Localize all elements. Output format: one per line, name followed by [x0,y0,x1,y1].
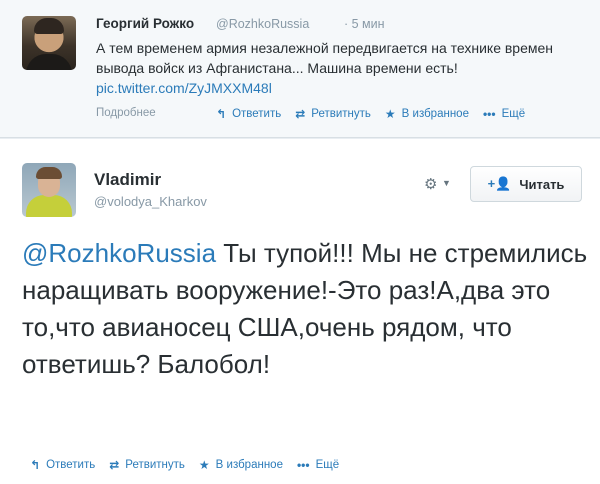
main-author-name[interactable]: Vladimir [94,170,161,190]
parent-retweet-button[interactable]: ⇄ Ретвитнуть [295,107,371,121]
main-reply-button[interactable]: ↰ Ответить [30,458,95,472]
parent-tweet: Георгий Рожко @RozhkoRussia · 5 мин А те… [0,0,600,138]
parent-more-button[interactable]: ••• Ещё [483,107,525,121]
parent-tweet-text: А тем временем армия незалежной передвиг… [96,38,590,98]
parent-tweet-pic-link[interactable]: pic.twitter.com/ZyJMXXM48l [96,78,590,98]
main-tweet: Vladimir @volodya_Kharkov ⚙ ▼ +👤 Читать … [0,139,600,484]
main-author-avatar[interactable] [22,163,76,217]
main-favorite-button[interactable]: ★ В избранное [199,458,283,472]
parent-tweet-actions: ↰ Ответить ⇄ Ретвитнуть ★ В избранное ••… [216,107,539,121]
parent-tweet-details-link[interactable]: Подробнее [96,107,156,119]
main-author-handle[interactable]: @volodya_Kharkov [94,194,207,209]
mention-link[interactable]: @RozhkoRussia [22,238,216,268]
retweet-icon: ⇄ [295,107,306,121]
reply-arrow-icon: ↰ [216,107,227,121]
ellipsis-icon: ••• [296,458,310,472]
main-tweet-actions: ↰ Ответить ⇄ Ретвитнуть ★ В избранное ••… [30,458,353,472]
main-tweet-text: @RozhkoRussia Ты тупой!!! Мы не стремили… [22,238,588,379]
chevron-down-icon[interactable]: ▼ [442,178,451,188]
parent-author-handle[interactable]: @RozhkoRussia [216,17,309,31]
main-retweet-button[interactable]: ⇄ Ретвитнуть [109,458,185,472]
star-icon: ★ [384,107,396,121]
ellipsis-icon: ••• [482,107,496,121]
parent-author-avatar[interactable] [22,16,76,70]
parent-reply-button[interactable]: ↰ Ответить [216,107,281,121]
gear-icon[interactable]: ⚙ [424,175,437,193]
parent-tweet-time[interactable]: · 5 мин [344,17,385,31]
follow-button[interactable]: +👤 Читать [470,166,582,202]
parent-author-name[interactable]: Георгий Рожко [96,16,194,31]
parent-favorite-button[interactable]: ★ В избранное [385,107,469,121]
reply-arrow-icon: ↰ [30,458,41,472]
add-user-icon: +👤 [487,176,512,191]
star-icon: ★ [198,458,210,472]
main-more-button[interactable]: ••• Ещё [297,458,339,472]
retweet-icon: ⇄ [109,458,120,472]
